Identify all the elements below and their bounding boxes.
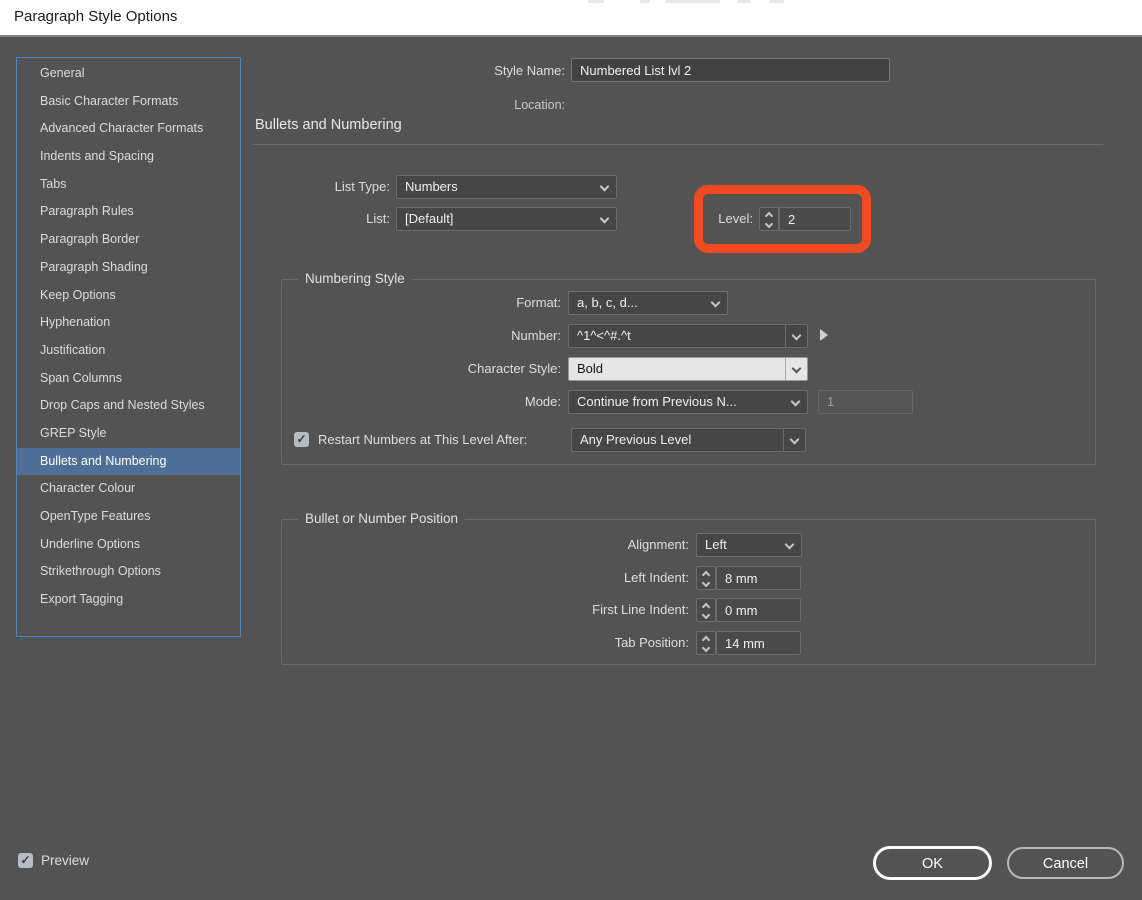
format-dropdown[interactable]: a, b, c, d... bbox=[568, 291, 728, 315]
section-heading: Bullets and Numbering bbox=[255, 117, 402, 133]
list-dropdown[interactable]: [Default] bbox=[396, 207, 617, 231]
sidebar-item-paragraph-shading[interactable]: Paragraph Shading bbox=[17, 254, 240, 282]
background-window-artifact bbox=[738, 0, 750, 3]
sidebar-item-strikethrough-options[interactable]: Strikethrough Options bbox=[17, 558, 240, 586]
background-window-artifact bbox=[770, 0, 784, 3]
mode-start-number-value: 1 bbox=[827, 394, 834, 409]
format-label: Format: bbox=[516, 291, 561, 315]
location-label: Location: bbox=[514, 93, 565, 117]
number-label: Number: bbox=[511, 324, 561, 348]
sidebar-item-drop-caps-and-nested-styles[interactable]: Drop Caps and Nested Styles bbox=[17, 392, 240, 420]
left-indent-label: Left Indent: bbox=[624, 566, 689, 590]
list-type-label: List Type: bbox=[335, 175, 390, 199]
sidebar-item-general[interactable]: General bbox=[17, 60, 240, 88]
restart-level-dropdown[interactable]: Any Previous Level bbox=[571, 428, 806, 452]
first-line-indent-label: First Line Indent: bbox=[592, 598, 689, 622]
number-dropdown-button[interactable] bbox=[785, 325, 807, 347]
chevron-down-icon bbox=[600, 214, 610, 224]
chevron-down-icon bbox=[792, 364, 802, 374]
restart-numbers-label: Restart Numbers at This Level After: bbox=[318, 428, 527, 452]
level-label: Level: bbox=[718, 207, 753, 231]
numbering-style-legend: Numbering Style bbox=[298, 271, 412, 286]
sidebar-item-hyphenation[interactable]: Hyphenation bbox=[17, 309, 240, 337]
mode-label: Mode: bbox=[525, 390, 561, 414]
left-indent-stepper[interactable] bbox=[696, 566, 716, 590]
level-input[interactable] bbox=[779, 207, 851, 231]
sidebar-item-tabs[interactable]: Tabs bbox=[17, 171, 240, 199]
restart-level-dropdown-button[interactable] bbox=[783, 429, 805, 451]
tab-position-input[interactable] bbox=[716, 631, 801, 655]
alignment-label: Alignment: bbox=[628, 533, 689, 557]
sidebar-item-span-columns[interactable]: Span Columns bbox=[17, 365, 240, 393]
cancel-button[interactable]: Cancel bbox=[1007, 847, 1124, 879]
sidebar-item-keep-options[interactable]: Keep Options bbox=[17, 282, 240, 310]
style-name-label: Style Name: bbox=[494, 59, 565, 83]
character-style-label: Character Style: bbox=[468, 357, 561, 381]
character-style-dropdown[interactable]: Bold bbox=[568, 357, 808, 381]
list-type-dropdown[interactable]: Numbers bbox=[396, 175, 617, 199]
chevron-down-icon bbox=[790, 435, 800, 445]
sidebar-item-justification[interactable]: Justification bbox=[17, 337, 240, 365]
sidebar-item-grep-style[interactable]: GREP Style bbox=[17, 420, 240, 448]
stepper-down-icon[interactable] bbox=[765, 220, 773, 228]
sidebar-item-basic-character-formats[interactable]: Basic Character Formats bbox=[17, 88, 240, 116]
preview-label: Preview bbox=[41, 849, 89, 873]
number-combo-input[interactable]: ^1^<^#.^t bbox=[568, 324, 808, 348]
restart-level-value: Any Previous Level bbox=[580, 432, 691, 447]
background-window-artifact bbox=[588, 0, 604, 3]
sidebar-item-underline-options[interactable]: Underline Options bbox=[17, 531, 240, 559]
paragraph-style-options-dialog: General Basic Character Formats Advanced… bbox=[0, 35, 1142, 900]
format-value: a, b, c, d... bbox=[577, 295, 638, 310]
background-window-artifact bbox=[640, 0, 650, 3]
first-line-indent-input[interactable] bbox=[716, 598, 801, 622]
sidebar-item-opentype-features[interactable]: OpenType Features bbox=[17, 503, 240, 531]
restart-numbers-checkbox[interactable]: ✓ bbox=[294, 432, 309, 447]
mode-start-number-field: 1 bbox=[818, 390, 913, 414]
options-sidebar: General Basic Character Formats Advanced… bbox=[16, 57, 241, 637]
stepper-down-icon[interactable] bbox=[702, 644, 710, 652]
tab-position-stepper[interactable] bbox=[696, 631, 716, 655]
sidebar-item-indents-and-spacing[interactable]: Indents and Spacing bbox=[17, 143, 240, 171]
chevron-down-icon bbox=[792, 331, 802, 341]
list-type-value: Numbers bbox=[405, 179, 458, 194]
sidebar-item-paragraph-border[interactable]: Paragraph Border bbox=[17, 226, 240, 254]
alignment-dropdown[interactable]: Left bbox=[696, 533, 802, 557]
section-divider bbox=[253, 144, 1103, 145]
sidebar-item-character-colour[interactable]: Character Colour bbox=[17, 475, 240, 503]
stepper-down-icon[interactable] bbox=[702, 579, 710, 587]
style-name-input[interactable] bbox=[571, 58, 890, 82]
number-flyout-menu-icon[interactable] bbox=[820, 329, 828, 341]
tab-position-label: Tab Position: bbox=[615, 631, 689, 655]
background-window-artifact bbox=[666, 0, 720, 3]
level-stepper[interactable] bbox=[759, 207, 779, 231]
list-value: [Default] bbox=[405, 211, 453, 226]
chevron-down-icon bbox=[600, 182, 610, 192]
chevron-down-icon bbox=[785, 540, 795, 550]
bullet-number-position-legend: Bullet or Number Position bbox=[298, 511, 465, 526]
sidebar-item-paragraph-rules[interactable]: Paragraph Rules bbox=[17, 198, 240, 226]
list-label: List: bbox=[366, 207, 390, 231]
first-line-indent-stepper[interactable] bbox=[696, 598, 716, 622]
left-indent-input[interactable] bbox=[716, 566, 801, 590]
preview-checkbox[interactable]: ✓ bbox=[18, 853, 33, 868]
ok-button[interactable]: OK bbox=[873, 846, 992, 880]
number-value: ^1^<^#.^t bbox=[577, 328, 631, 343]
character-style-dropdown-button[interactable] bbox=[785, 358, 807, 380]
dialog-title: Paragraph Style Options bbox=[14, 8, 177, 25]
sidebar-item-bullets-and-numbering[interactable]: Bullets and Numbering bbox=[17, 448, 240, 476]
alignment-value: Left bbox=[705, 537, 727, 552]
sidebar-item-advanced-character-formats[interactable]: Advanced Character Formats bbox=[17, 115, 240, 143]
character-style-value: Bold bbox=[577, 361, 603, 376]
sidebar-item-export-tagging[interactable]: Export Tagging bbox=[17, 586, 240, 614]
chevron-down-icon bbox=[711, 298, 721, 308]
mode-value: Continue from Previous N... bbox=[577, 394, 737, 409]
dialog-titlebar: Paragraph Style Options bbox=[0, 0, 1142, 35]
mode-dropdown[interactable]: Continue from Previous N... bbox=[568, 390, 808, 414]
chevron-down-icon bbox=[791, 397, 801, 407]
stepper-down-icon[interactable] bbox=[702, 611, 710, 619]
